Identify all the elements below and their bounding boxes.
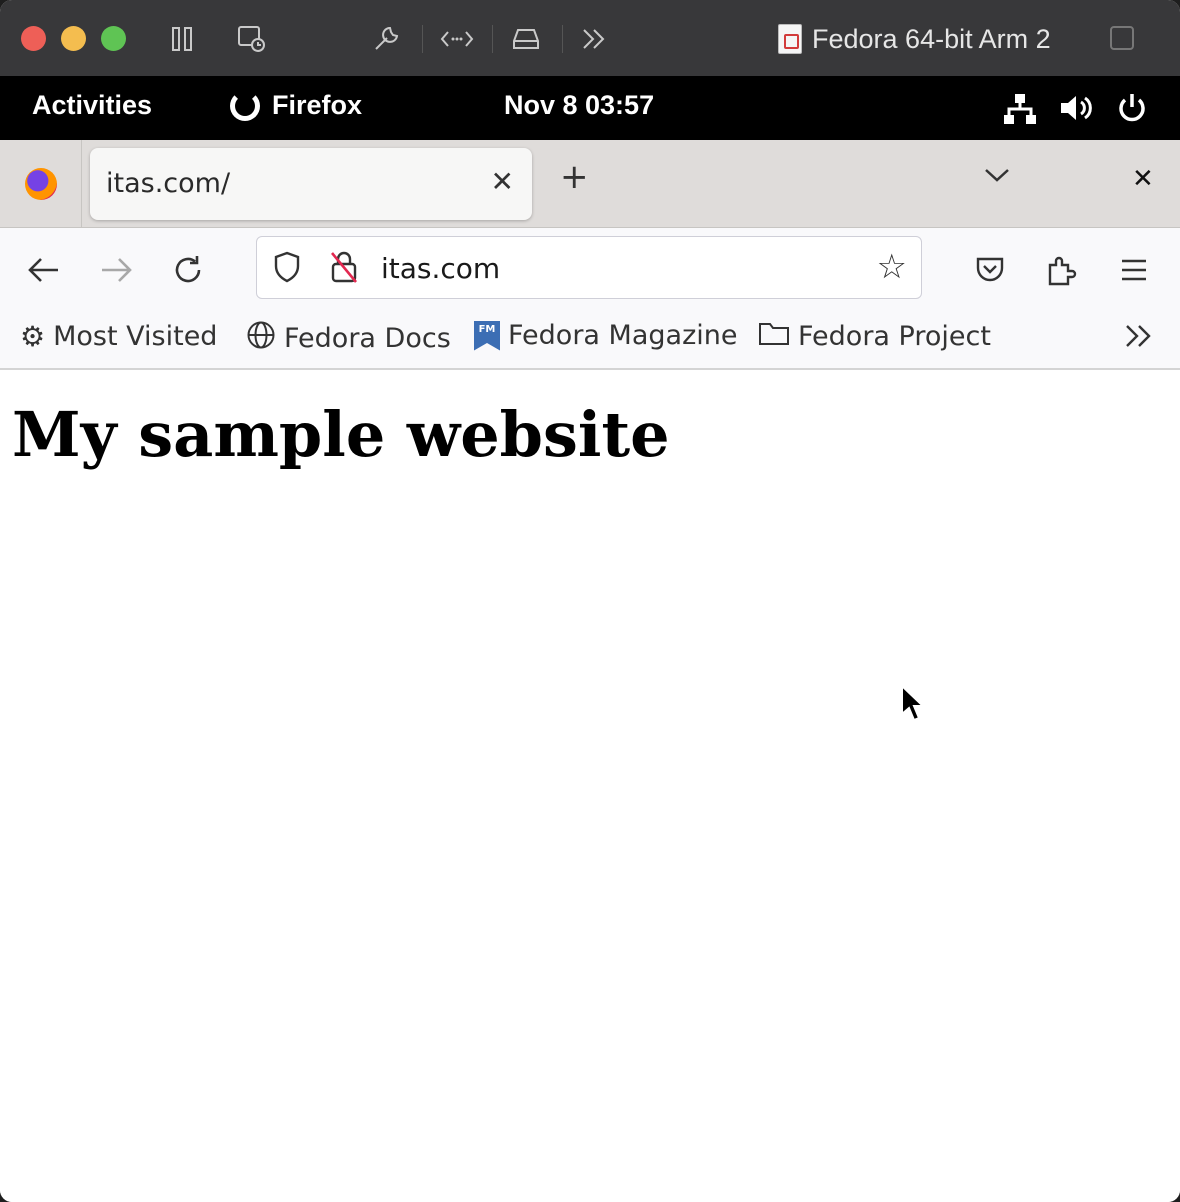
volume-icon[interactable] xyxy=(1058,92,1094,131)
chevron-double-right-icon[interactable] xyxy=(578,20,610,58)
vm-title: Fedora 64-bit Arm 2 xyxy=(812,23,1051,54)
bookmark-fedora-project[interactable]: Fedora Project xyxy=(758,320,991,353)
folder-icon xyxy=(758,320,790,353)
extensions-icon[interactable] xyxy=(1040,248,1084,292)
url-text[interactable]: itas.com xyxy=(381,252,500,285)
bookmark-label: Fedora Project xyxy=(798,321,991,352)
more-bookmarks-icon[interactable] xyxy=(1124,322,1154,357)
tab-strip: itas.com/ ✕ + ✕ xyxy=(0,140,1180,228)
bookmark-label: Most Visited xyxy=(53,321,218,352)
wrench-icon[interactable] xyxy=(368,20,404,58)
app-menu[interactable]: Firefox xyxy=(230,90,362,121)
toolbar-divider xyxy=(422,25,423,53)
bookmarks-toolbar: ⚙ Most Visited Fedora Docs FM Fedora Mag… xyxy=(0,312,1180,370)
hamburger-menu-icon[interactable] xyxy=(1112,248,1156,292)
insecure-lock-icon[interactable] xyxy=(329,249,359,285)
vm-window-icon[interactable] xyxy=(1110,26,1134,50)
tab-close-icon[interactable]: ✕ xyxy=(491,165,514,198)
chevron-down-icon[interactable] xyxy=(982,162,1012,192)
window-close-button[interactable] xyxy=(21,26,46,51)
power-icon[interactable] xyxy=(1116,92,1148,131)
mouse-cursor-icon xyxy=(901,684,926,722)
app-menu-label: Firefox xyxy=(272,90,363,120)
activities-button[interactable]: Activities xyxy=(32,90,152,121)
code-arrows-icon[interactable] xyxy=(438,20,476,58)
bookmark-fedora-magazine[interactable]: FM Fedora Magazine xyxy=(474,320,737,351)
firefox-app-icon xyxy=(230,90,260,121)
fedora-magazine-icon: FM xyxy=(474,320,500,351)
firefox-logo-icon xyxy=(24,168,57,200)
window-minimize-button[interactable] xyxy=(61,26,86,51)
tab-active[interactable]: itas.com/ ✕ xyxy=(90,148,532,220)
bookmark-label: Fedora Magazine xyxy=(508,320,738,351)
reload-icon[interactable] xyxy=(166,248,210,292)
vm-title-area: Fedora 64-bit Arm 2 xyxy=(778,20,1051,58)
tab-title: itas.com/ xyxy=(106,168,231,199)
url-bar[interactable]: itas.com ☆ xyxy=(256,236,922,299)
toolbar-divider xyxy=(492,25,493,53)
bookmark-most-visited[interactable]: ⚙ Most Visited xyxy=(20,320,217,353)
pocket-icon[interactable] xyxy=(968,248,1012,292)
vm-titlebar: Fedora 64-bit Arm 2 xyxy=(0,0,1180,76)
toolbar-divider xyxy=(562,25,563,53)
gnome-top-bar: Activities Firefox Nov 8 03:57 xyxy=(0,76,1180,140)
network-icon[interactable] xyxy=(1002,92,1038,133)
disk-icon[interactable] xyxy=(508,20,544,58)
back-arrow-icon[interactable] xyxy=(22,248,66,292)
firefox-view-button[interactable] xyxy=(0,140,82,228)
shield-icon[interactable] xyxy=(273,251,301,283)
clock[interactable]: Nov 8 03:57 xyxy=(504,90,654,121)
pause-icon[interactable] xyxy=(166,20,198,58)
bookmark-label: Fedora Docs xyxy=(284,323,451,354)
window-maximize-button[interactable] xyxy=(101,26,126,51)
globe-icon xyxy=(246,320,276,357)
page-content: My sample website xyxy=(0,372,1180,1202)
gear-icon: ⚙ xyxy=(20,320,46,353)
forward-arrow-icon[interactable] xyxy=(94,248,138,292)
page-heading: My sample website xyxy=(12,398,670,471)
close-window-icon[interactable]: ✕ xyxy=(1132,164,1154,194)
snapshot-icon[interactable] xyxy=(234,20,270,58)
vm-document-icon xyxy=(778,24,802,54)
bookmark-fedora-docs[interactable]: Fedora Docs xyxy=(246,320,451,357)
new-tab-icon[interactable]: + xyxy=(560,160,589,194)
navigation-toolbar: itas.com ☆ xyxy=(0,228,1180,312)
vm-window: Fedora 64-bit Arm 2 Activities Firefox N… xyxy=(0,0,1180,1202)
bookmark-star-icon[interactable]: ☆ xyxy=(877,247,907,287)
